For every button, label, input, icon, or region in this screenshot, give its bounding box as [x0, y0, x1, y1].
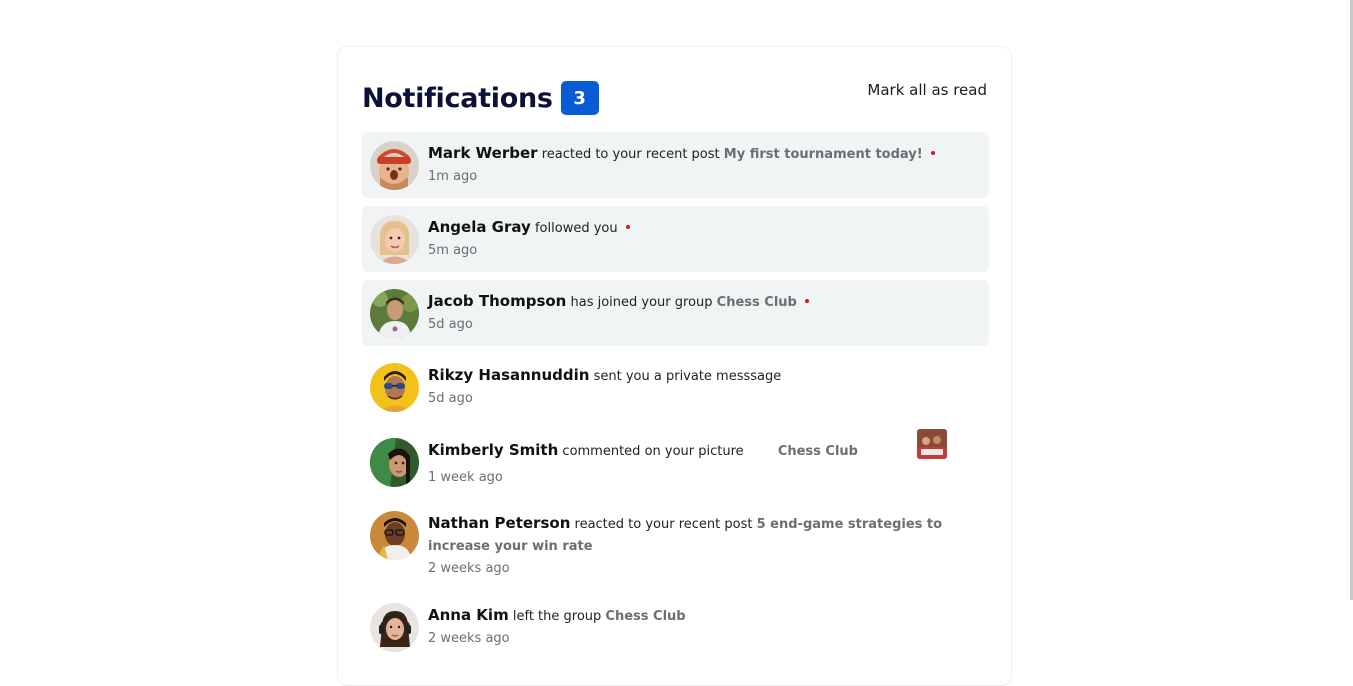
- notification-target[interactable]: Chess Club: [605, 609, 685, 624]
- notification-time: 1m ago: [428, 169, 478, 184]
- notification-name[interactable]: Mark Werber: [428, 144, 538, 162]
- notification-time: 5m ago: [428, 243, 478, 258]
- notification-time: 1 week ago: [428, 470, 503, 485]
- notification-time: 2 weeks ago: [428, 561, 510, 576]
- notification-name[interactable]: Nathan Peterson: [428, 514, 570, 532]
- notification-item[interactable]: Angela Gray followed you 5m ago: [362, 206, 989, 272]
- avatar[interactable]: [370, 141, 419, 190]
- avatar[interactable]: [370, 289, 419, 338]
- notifications-header: Notifications 3: [362, 81, 599, 115]
- unread-dot: [930, 150, 935, 155]
- notification-action: has joined your group: [570, 295, 713, 310]
- avatar[interactable]: [370, 215, 419, 264]
- notification-item[interactable]: Nathan Peterson reacted to your recent p…: [362, 502, 989, 586]
- notification-action: reacted to your recent post: [541, 147, 720, 162]
- comment-picture-thumbnail[interactable]: [917, 429, 947, 459]
- notification-action: commented on your picture: [562, 444, 744, 459]
- notification-item[interactable]: Kimberly Smith commented on your picture…: [362, 428, 989, 494]
- avatar[interactable]: [370, 603, 419, 652]
- notification-item[interactable]: Anna Kim left the group Chess Club 2 wee…: [362, 594, 989, 660]
- avatar[interactable]: [370, 511, 419, 560]
- notification-action: sent you a private messsage: [593, 369, 782, 384]
- notification-name[interactable]: Rikzy Hasannuddin: [428, 366, 589, 384]
- notification-action: left the group: [512, 609, 602, 624]
- avatar[interactable]: [370, 438, 419, 487]
- notification-target[interactable]: My first tournament today!: [724, 147, 923, 162]
- notification-item[interactable]: Rikzy Hasannuddin sent you a private mes…: [362, 354, 989, 420]
- notification-name[interactable]: Angela Gray: [428, 218, 531, 236]
- notification-action: followed you: [534, 221, 618, 236]
- notification-time: 5d ago: [428, 391, 473, 406]
- notification-time: 5d ago: [428, 317, 473, 332]
- notification-name[interactable]: Anna Kim: [428, 606, 509, 624]
- notification-list: Mark Werber reacted to your recent post …: [362, 132, 989, 668]
- mark-all-read-button[interactable]: Mark all as read: [867, 81, 987, 99]
- unread-count-badge: 3: [560, 81, 599, 115]
- notification-target[interactable]: Chess Club: [778, 444, 858, 459]
- page-title: Notifications: [362, 82, 553, 114]
- notification-item[interactable]: Mark Werber reacted to your recent post …: [362, 132, 989, 198]
- notification-name[interactable]: Kimberly Smith: [428, 441, 558, 459]
- notification-item[interactable]: Jacob Thompson has joined your group Che…: [362, 280, 989, 346]
- unread-dot: [625, 224, 630, 229]
- unread-dot: [804, 298, 809, 303]
- notification-name[interactable]: Jacob Thompson: [428, 292, 566, 310]
- avatar[interactable]: [370, 363, 419, 412]
- notification-target[interactable]: Chess Club: [717, 295, 797, 310]
- notification-action: reacted to your recent post: [574, 517, 753, 532]
- notifications-card: Notifications 3 Mark all as read Mark We…: [337, 46, 1012, 686]
